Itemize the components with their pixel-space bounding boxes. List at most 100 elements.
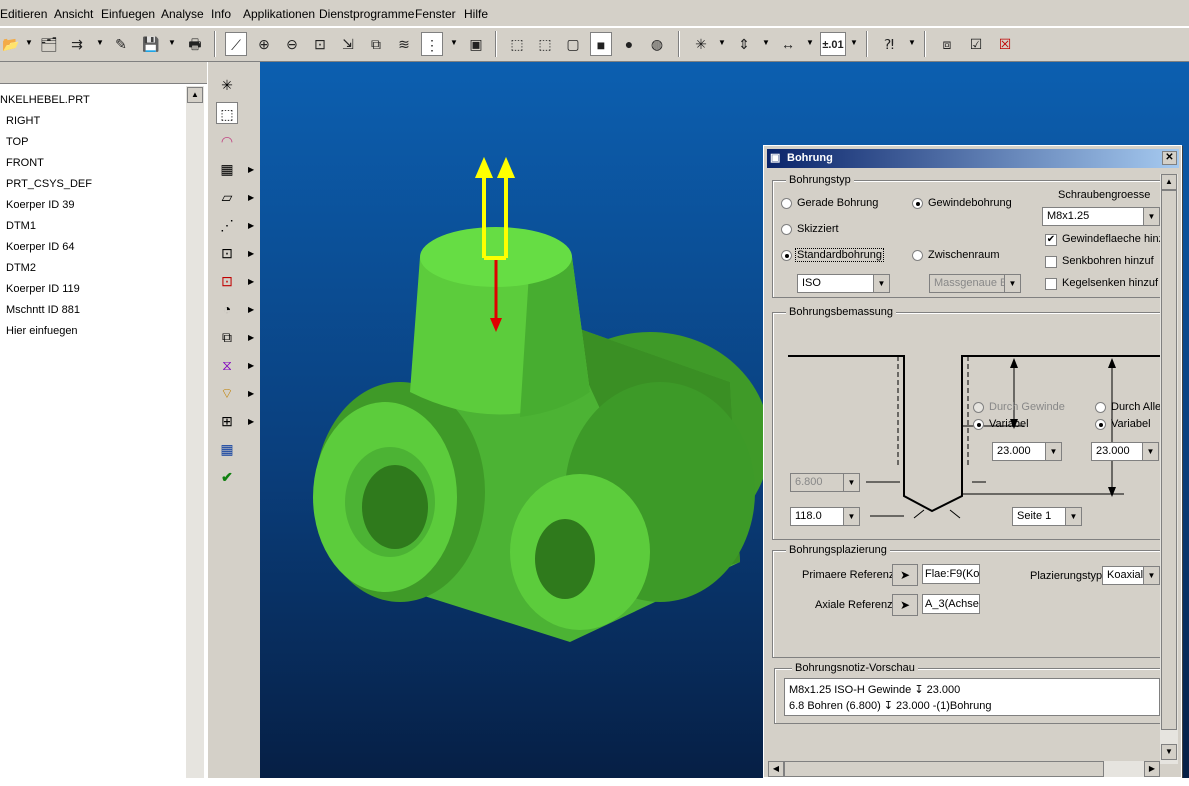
chevron-down-icon[interactable]: ▼ <box>168 38 176 47</box>
radio-zwischenraum[interactable] <box>912 250 923 261</box>
select-arrow-icon[interactable]: ➤ <box>892 594 918 616</box>
tree-item-part[interactable]: NKELHEBEL.PRT <box>0 94 90 106</box>
chevron-down-icon[interactable]: ▼ <box>908 38 916 47</box>
window-activate-icon[interactable]: ⧈ <box>936 32 958 56</box>
close-icon[interactable]: ✕ <box>1162 151 1177 165</box>
dialog-horizontal-scrollbar[interactable]: ◀ ▶ <box>768 761 1160 777</box>
tree-item[interactable]: Mschntt ID 881 <box>6 304 80 316</box>
menu-editieren[interactable]: Editieren <box>0 7 47 21</box>
hidden-line-icon[interactable]: ⬚ <box>534 32 556 56</box>
window-close-icon[interactable]: ☒ <box>994 32 1016 56</box>
shell-icon[interactable]: ⊡ <box>216 270 238 292</box>
radio-standardbohrung[interactable] <box>781 250 792 261</box>
menu-info[interactable]: Info <box>211 7 231 21</box>
orient-icon[interactable]: ⇲ <box>337 32 359 56</box>
saved-views-icon[interactable]: ⧉ <box>365 32 387 56</box>
scroll-down-icon[interactable]: ▼ <box>1161 744 1177 760</box>
chevron-down-icon[interactable]: ▼ <box>96 38 104 47</box>
scroll-up-icon[interactable]: ▲ <box>187 87 203 103</box>
menu-fenster[interactable]: Fenster <box>415 7 456 21</box>
round-icon[interactable]: ◔ <box>216 298 238 320</box>
depth-1-select[interactable]: 23.000 ▼ <box>992 442 1062 461</box>
chevron-down-icon[interactable]: ▼ <box>1142 443 1158 460</box>
datum-icon[interactable]: ✳ <box>216 74 238 96</box>
scroll-thumb[interactable] <box>1161 190 1177 730</box>
tree-scrollbar[interactable]: ▲ <box>186 86 204 778</box>
screw-size-select[interactable]: M8x1.25 ▼ <box>1042 207 1160 226</box>
print-icon[interactable]: 🖶 <box>184 32 206 56</box>
plane-icon[interactable]: ▱ <box>216 186 238 208</box>
tree-item[interactable]: Koerper ID 64 <box>6 241 74 253</box>
model-tree-icon[interactable]: ⋮ <box>421 32 443 56</box>
dialog-vertical-scrollbar[interactable]: ▲ ▼ <box>1160 174 1178 764</box>
edit-icon[interactable]: ✎ <box>110 32 132 56</box>
radio-durch-alle[interactable] <box>1095 402 1106 413</box>
angle-select[interactable]: 118.0 ▼ <box>790 507 860 526</box>
menu-einfuegen[interactable]: Einfuegen <box>101 7 155 21</box>
tree-item[interactable]: DTM2 <box>6 262 36 274</box>
open-tree-icon[interactable]: 🗂 <box>38 32 60 56</box>
menu-hilfe[interactable]: Hilfe <box>464 7 488 21</box>
chevron-right-icon[interactable]: ▶ <box>248 277 254 286</box>
scroll-left-icon[interactable]: ◀ <box>768 761 784 777</box>
color-appearance-icon[interactable]: ● <box>618 32 640 56</box>
chevron-right-icon[interactable]: ▶ <box>248 361 254 370</box>
datum-display-icon[interactable]: ✳ <box>690 32 712 56</box>
chevron-right-icon[interactable]: ▶ <box>248 333 254 342</box>
chevron-right-icon[interactable]: ▶ <box>248 221 254 230</box>
chevron-down-icon[interactable]: ▼ <box>850 38 858 47</box>
tree-item[interactable]: PRT_CSYS_DEF <box>6 178 92 190</box>
chevron-right-icon[interactable]: ▶ <box>248 389 254 398</box>
radio-variabel-1[interactable] <box>973 419 984 430</box>
save-icon[interactable]: 💾 <box>140 32 162 56</box>
chevron-right-icon[interactable]: ▶ <box>248 305 254 314</box>
dimension-icon[interactable]: ⇕ <box>733 32 755 56</box>
checkbox-senkbohren[interactable] <box>1045 256 1057 268</box>
checkbox-kegelsenken[interactable] <box>1045 278 1057 290</box>
scroll-thumb[interactable] <box>784 761 1104 777</box>
datum-point-icon[interactable]: ◠ <box>216 130 238 152</box>
zoom-out-icon[interactable]: ⊖ <box>281 32 303 56</box>
tree-item[interactable]: Koerper ID 119 <box>6 283 80 295</box>
chevron-down-icon[interactable]: ▼ <box>1143 208 1159 225</box>
depth-2-select[interactable]: 23.000 ▼ <box>1091 442 1159 461</box>
annotation-icon[interactable]: ⊞ <box>216 410 238 432</box>
menu-dienstprogramme[interactable]: Dienstprogramme <box>319 7 414 21</box>
tree-item[interactable]: FRONT <box>6 157 44 169</box>
scroll-right-icon[interactable]: ▶ <box>1144 761 1160 777</box>
extrude-icon[interactable]: ▦ <box>216 158 238 180</box>
measure-icon[interactable]: ↔ <box>777 32 799 56</box>
tolerance-button[interactable]: ±.01 <box>820 32 846 56</box>
chevron-down-icon[interactable]: ▼ <box>873 275 889 292</box>
chevron-down-icon[interactable]: ▼ <box>843 508 859 525</box>
surface-icon[interactable]: ⌔ <box>216 382 238 404</box>
tree-item[interactable]: TOP <box>6 136 28 148</box>
scroll-up-icon[interactable]: ▲ <box>1161 174 1177 190</box>
tree-item[interactable]: DTM1 <box>6 220 36 232</box>
mirror-icon[interactable]: ⧖ <box>216 354 238 376</box>
radio-skizziert[interactable] <box>781 224 792 235</box>
chevron-right-icon[interactable]: ▶ <box>248 417 254 426</box>
context-help-icon[interactable]: ⁈ <box>878 32 900 56</box>
dialog-titlebar[interactable]: ▣ Bohrung ✕ <box>767 149 1179 168</box>
chevron-right-icon[interactable]: ▶ <box>248 249 254 258</box>
radio-variabel-2[interactable] <box>1095 419 1106 430</box>
chevron-down-icon[interactable]: ▼ <box>1065 508 1081 525</box>
repaint-icon[interactable]: ⟋ <box>225 32 247 56</box>
fit-view-icon[interactable]: ⊡ <box>309 32 331 56</box>
model-display-icon[interactable]: ▣ <box>465 32 487 56</box>
select-arrow-icon[interactable]: ➤ <box>892 564 918 586</box>
window-check-icon[interactable]: ☑ <box>965 32 987 56</box>
radio-gerade-bohrung[interactable] <box>781 198 792 209</box>
regenerate-icon[interactable]: ⇉ <box>66 32 88 56</box>
chevron-right-icon[interactable]: ▶ <box>248 193 254 202</box>
norm-select[interactable]: ISO ▼ <box>797 274 890 293</box>
select-icon[interactable]: ⬚ <box>216 102 238 124</box>
no-hidden-icon[interactable]: ▢ <box>562 32 584 56</box>
checkbox-gewindeflaeche[interactable]: ✔ <box>1045 234 1057 246</box>
chevron-right-icon[interactable]: ▶ <box>248 165 254 174</box>
checkmark-icon[interactable]: ✔ <box>216 466 238 488</box>
chevron-down-icon[interactable]: ▼ <box>1143 567 1159 584</box>
globe-icon[interactable]: ◍ <box>646 32 668 56</box>
wireframe-icon[interactable]: ⬚ <box>506 32 528 56</box>
